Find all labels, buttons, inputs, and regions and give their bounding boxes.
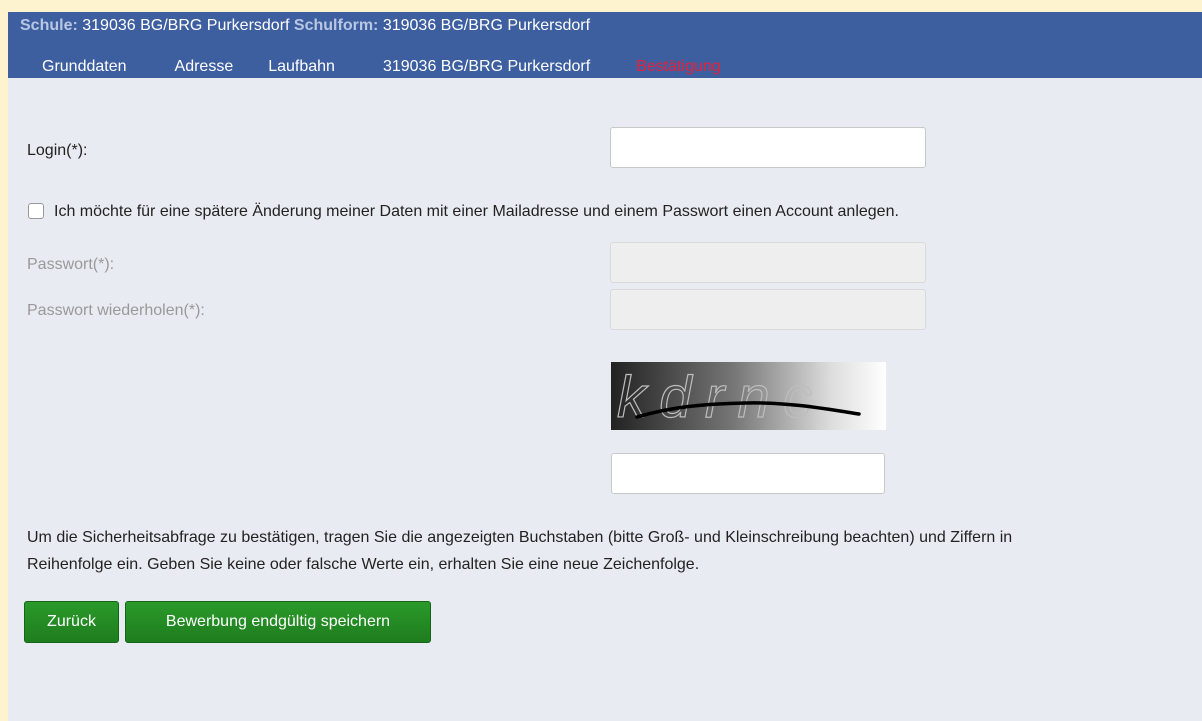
header-bar: Schule: 319036 BG/BRG Purkersdorf Schulf… xyxy=(8,12,1202,78)
school-info: Schule: 319036 BG/BRG Purkersdorf Schulf… xyxy=(20,17,590,35)
back-button[interactable]: Zurück xyxy=(24,601,119,643)
tab-grunddaten[interactable]: Grunddaten xyxy=(42,56,127,78)
login-label: Login(*): xyxy=(27,142,88,159)
captcha-graphic: kdrnc xyxy=(616,364,861,430)
tab-school[interactable]: 319036 BG/BRG Purkersdorf xyxy=(383,56,590,78)
form-label: Schulform: xyxy=(293,17,379,34)
password-repeat-label: Passwort wiederholen(*): xyxy=(27,302,205,319)
account-checkbox[interactable] xyxy=(28,203,44,219)
school-value: 319036 BG/BRG Purkersdorf xyxy=(82,17,290,34)
password-repeat-input[interactable] xyxy=(610,289,926,330)
tab-laufbahn[interactable]: Laufbahn xyxy=(268,56,335,78)
save-application-button[interactable]: Bewerbung endgültig speichern xyxy=(125,601,431,643)
password-input[interactable] xyxy=(610,242,926,283)
form-value: 319036 BG/BRG Purkersdorf xyxy=(382,17,591,34)
password-label: Passwort(*): xyxy=(27,256,115,273)
captcha-image: kdrnc xyxy=(611,362,886,430)
captcha-note-line1: Um die Sicherheitsabfrage zu bestätigen,… xyxy=(27,529,1013,546)
step-nav: Grunddaten Adresse Laufbahn 319036 BG/BR… xyxy=(8,56,721,78)
captcha-note-line2: Reihenfolge ein. Geben Sie keine oder fa… xyxy=(27,556,700,573)
tab-adresse[interactable]: Adresse xyxy=(175,56,234,78)
login-input[interactable] xyxy=(610,127,926,168)
tab-bestaetigung[interactable]: Bestätigung xyxy=(636,56,721,78)
account-checkbox-label: Ich möchte für eine spätere Änderung mei… xyxy=(54,203,899,220)
application-form: Schule: 319036 BG/BRG Purkersdorf Schulf… xyxy=(8,12,1202,721)
school-label: Schule: xyxy=(20,17,78,34)
captcha-text: kdrnc xyxy=(617,365,812,430)
captcha-input[interactable] xyxy=(611,453,885,494)
